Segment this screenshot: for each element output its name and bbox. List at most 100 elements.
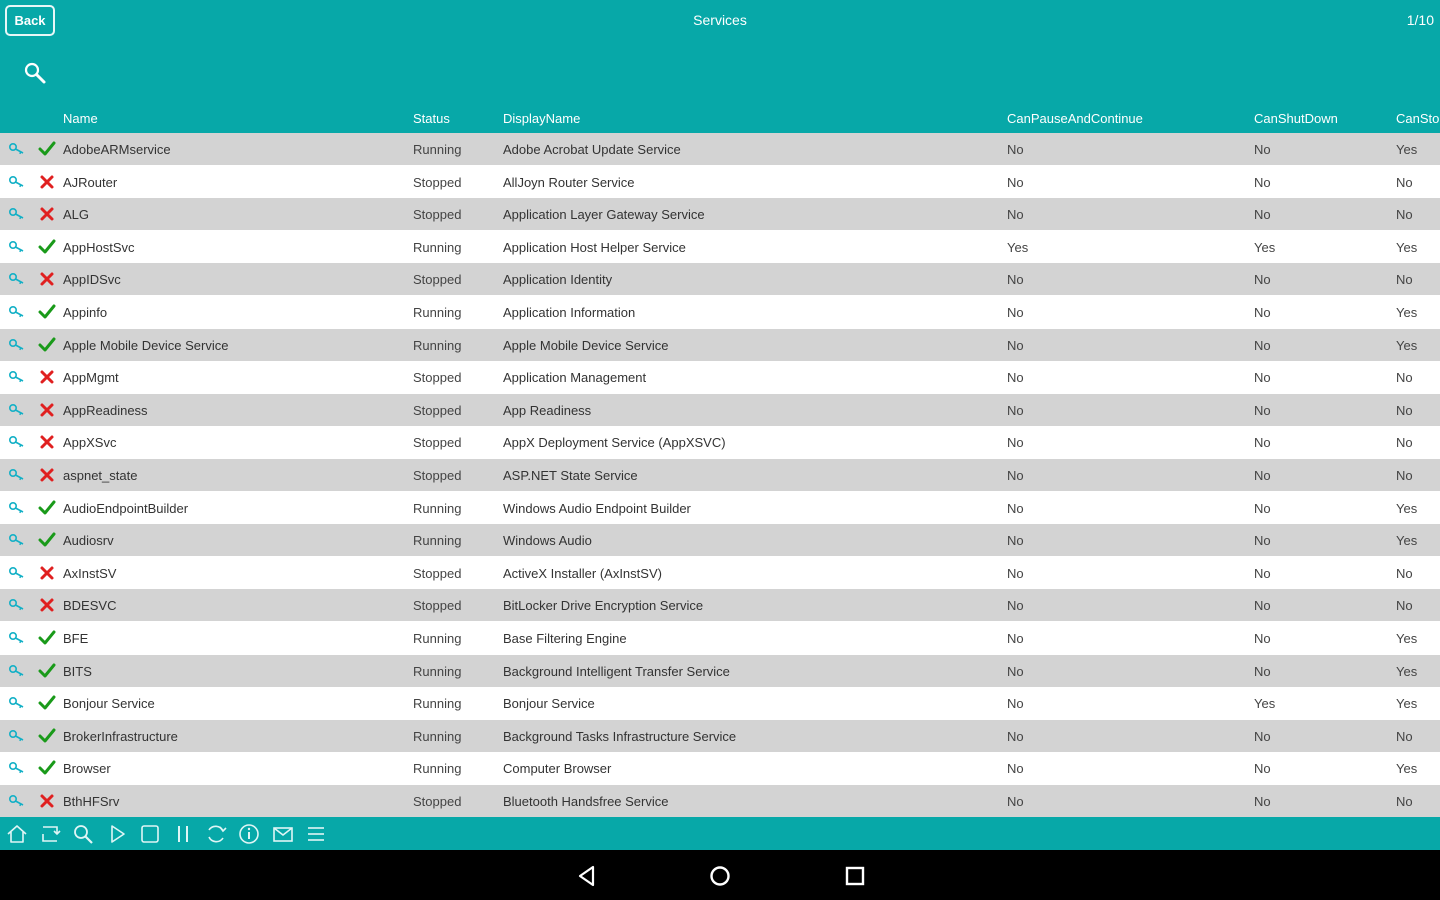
menu-icon[interactable] xyxy=(304,822,328,846)
cell-name: BITS xyxy=(63,663,92,679)
cell-can-pause: No xyxy=(1007,500,1024,516)
key-icon[interactable] xyxy=(8,338,26,352)
cell-can-pause: No xyxy=(1007,533,1024,549)
header-can-pause[interactable]: CanPauseAndContinue xyxy=(1007,111,1143,126)
key-icon[interactable] xyxy=(8,598,26,612)
cell-can-pause: Yes xyxy=(1007,239,1029,255)
cell-name: AppXSvc xyxy=(63,435,117,451)
cell-status: Running xyxy=(413,500,462,516)
info-icon[interactable] xyxy=(237,822,261,846)
table-row[interactable]: BITS Running Background Intelligent Transf… xyxy=(0,654,1440,687)
table-row[interactable]: AxInstSV Stopped ActiveX Installer (AxInst… xyxy=(0,556,1440,589)
check-icon xyxy=(38,695,56,710)
table-row[interactable]: AppReadiness Stopped App Readiness No No No xyxy=(0,393,1440,426)
email-icon[interactable] xyxy=(271,822,295,846)
table-row[interactable]: aspnet_state Stopped ASP.NET State Service… xyxy=(0,459,1440,491)
check-icon xyxy=(38,728,56,743)
table-row[interactable]: Apple Mobile Device Service Running Apple … xyxy=(0,328,1440,361)
header-can-shutdown[interactable]: CanShutDown xyxy=(1254,111,1338,126)
cell-can-stop: No xyxy=(1396,370,1413,386)
table-row[interactable]: AppIDSvc Stopped Application Identity No No N… xyxy=(0,263,1440,296)
table-row[interactable]: Appinfo Running Application Information No N… xyxy=(0,296,1440,328)
cell-status: Running xyxy=(413,337,462,353)
key-icon[interactable] xyxy=(8,794,26,808)
key-icon[interactable] xyxy=(8,729,26,743)
key-icon[interactable] xyxy=(8,533,26,547)
refresh-icon[interactable] xyxy=(38,822,62,846)
cell-can-pause: No xyxy=(1007,370,1024,386)
cell-display-name: Application Identity xyxy=(503,272,613,288)
key-icon[interactable] xyxy=(8,696,26,710)
key-icon[interactable] xyxy=(8,403,26,417)
cell-status: Stopped xyxy=(413,402,462,418)
start-icon[interactable] xyxy=(105,822,129,846)
restart-icon[interactable] xyxy=(204,822,228,846)
table-row[interactable]: AppMgmt Stopped Application Management No No… xyxy=(0,361,1440,394)
key-icon[interactable] xyxy=(8,501,26,515)
key-icon[interactable] xyxy=(8,272,26,286)
back-nav-icon[interactable] xyxy=(575,864,599,888)
recents-nav-icon[interactable] xyxy=(843,864,867,888)
table-row[interactable]: AJRouter Stopped AllJoyn Router Service No N… xyxy=(0,165,1440,198)
search-icon[interactable] xyxy=(23,61,47,85)
cell-can-pause: No xyxy=(1007,794,1024,809)
cell-display-name: Adobe Acrobat Update Service xyxy=(503,142,681,157)
table-row[interactable]: AdobeARMservice Running Adobe Acrobat Upda… xyxy=(0,133,1440,165)
key-icon[interactable] xyxy=(8,761,26,775)
header-display-name[interactable]: DisplayName xyxy=(503,111,580,126)
key-icon[interactable] xyxy=(8,175,26,189)
check-icon xyxy=(38,760,56,775)
cell-can-pause: No xyxy=(1007,565,1024,581)
cell-can-pause: No xyxy=(1007,207,1024,223)
services-table: AdobeARMservice Running Adobe Acrobat Upda… xyxy=(0,133,1440,817)
key-icon[interactable] xyxy=(8,240,26,254)
key-icon[interactable] xyxy=(8,207,26,221)
table-row[interactable]: BFE Running Base Filtering Engine No No Yes xyxy=(0,622,1440,654)
cell-name: BFE xyxy=(63,631,89,646)
check-icon xyxy=(38,239,56,254)
cell-can-shutdown: No xyxy=(1254,533,1271,549)
table-row[interactable]: ALG Stopped Application Layer Gateway Serv… xyxy=(0,198,1440,231)
key-icon[interactable] xyxy=(8,142,26,156)
home-nav-icon[interactable] xyxy=(708,864,732,888)
table-row[interactable]: BrokerInfrastructure Running Background Ta… xyxy=(0,719,1440,752)
cell-display-name: Computer Browser xyxy=(503,761,612,777)
key-icon[interactable] xyxy=(8,305,26,319)
check-icon xyxy=(38,630,56,645)
table-row[interactable]: Bonjour Service Running Bonjour Service No Y… xyxy=(0,687,1440,720)
cell-can-pause: No xyxy=(1007,631,1024,646)
table-row[interactable]: BthHFSrv Stopped Bluetooth Handsfree Servi… xyxy=(0,785,1440,817)
table-row[interactable]: Browser Running Computer Browser No No Yes xyxy=(0,752,1440,785)
cell-can-pause: No xyxy=(1007,142,1024,157)
header-can-stop[interactable]: CanSto xyxy=(1396,111,1439,126)
cell-can-shutdown: No xyxy=(1254,207,1271,223)
stop-icon[interactable] xyxy=(138,822,162,846)
cell-can-stop: Yes xyxy=(1396,142,1418,157)
key-icon[interactable] xyxy=(8,435,26,449)
cell-status: Running xyxy=(413,631,462,646)
search-icon[interactable] xyxy=(71,822,95,846)
table-row[interactable]: Audiosrv Running Windows Audio No No Yes xyxy=(0,524,1440,557)
cell-can-pause: No xyxy=(1007,402,1024,418)
cell-name: Browser xyxy=(63,761,111,777)
header-status[interactable]: Status xyxy=(413,111,450,126)
key-icon[interactable] xyxy=(8,631,26,645)
cell-can-shutdown: Yes xyxy=(1254,696,1276,712)
cell-can-shutdown: Yes xyxy=(1254,239,1276,255)
cell-display-name: Background Tasks Infrastructure Service xyxy=(503,728,737,744)
x-icon xyxy=(40,598,54,612)
key-icon[interactable] xyxy=(8,468,26,482)
header-name[interactable]: Name xyxy=(63,111,98,126)
table-row[interactable]: AudioEndpointBuilder Running Windows Audio… xyxy=(0,491,1440,524)
table-row[interactable]: AppHostSvc Running Application Host Helper… xyxy=(0,230,1440,263)
table-row[interactable]: BDESVC Stopped BitLocker Drive Encryption … xyxy=(0,589,1440,622)
cell-can-shutdown: No xyxy=(1254,631,1271,646)
cell-display-name: Base Filtering Engine xyxy=(503,631,627,646)
key-icon[interactable] xyxy=(8,566,26,580)
key-icon[interactable] xyxy=(8,370,26,384)
key-icon[interactable] xyxy=(8,664,26,678)
cell-can-stop: No xyxy=(1396,402,1413,418)
table-row[interactable]: AppXSvc Stopped AppX Deployment Service (A… xyxy=(0,426,1440,459)
pause-icon[interactable] xyxy=(171,822,195,846)
home-icon[interactable] xyxy=(5,822,29,846)
